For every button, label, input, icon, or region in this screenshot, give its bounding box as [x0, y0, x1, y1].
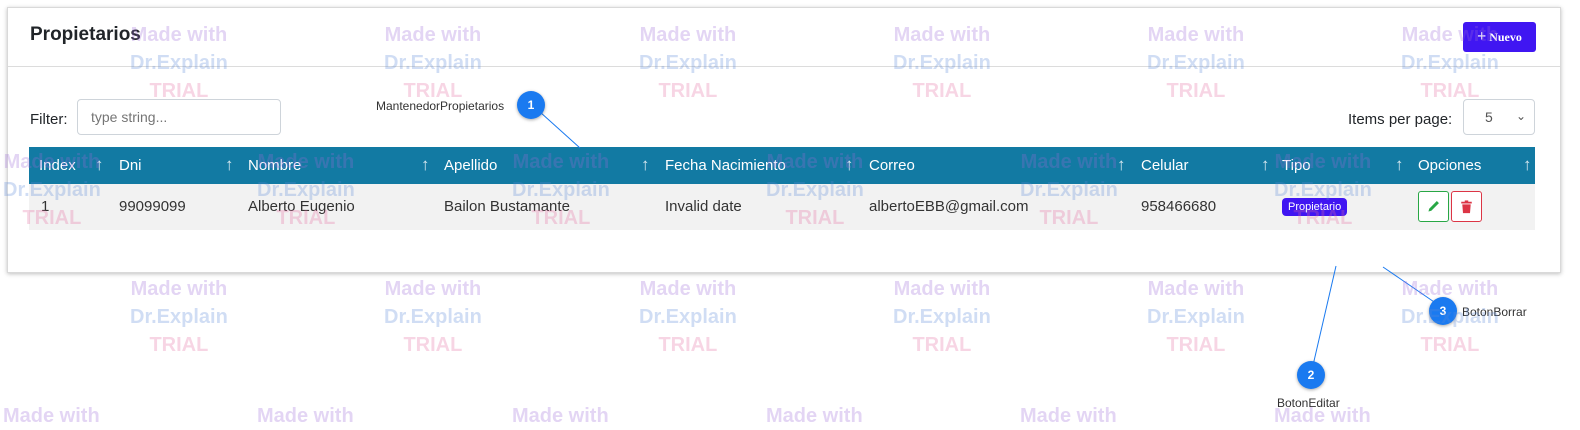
cell-fecha: Invalid date	[665, 198, 742, 215]
trial-watermark: Made with Dr.Explain TRIAL	[384, 278, 482, 356]
trial-watermark: Made with Dr.Explain TRIAL	[1147, 278, 1245, 356]
cell-apellido: Bailon Bustamante	[444, 198, 570, 215]
edit-button[interactable]	[1418, 191, 1449, 222]
trial-watermark: Made with Dr.Explain TRIAL	[893, 278, 991, 356]
delete-button[interactable]	[1451, 191, 1482, 222]
col-opciones[interactable]: Opciones	[1418, 147, 1481, 184]
trial-watermark: Made with	[512, 405, 609, 427]
col-tipo[interactable]: Tipo	[1282, 147, 1311, 184]
owners-table: Index ↑ Dni ↑ Nombre ↑ Apellido ↑ Fecha …	[29, 147, 1535, 230]
filter-input[interactable]	[77, 99, 281, 135]
trial-watermark: Made with	[3, 405, 100, 427]
new-button-label: Nuevo	[1489, 29, 1522, 44]
callout-label-1: MantenedorPropietarios	[376, 99, 505, 113]
chevron-down-icon: ⌄	[1515, 109, 1526, 123]
cell-celular: 958466680	[1141, 198, 1217, 215]
sort-icon[interactable]: ↑	[845, 147, 854, 184]
trial-watermark: Made with	[766, 405, 863, 427]
trial-watermark: Made with	[257, 405, 354, 427]
sort-icon[interactable]: ↑	[641, 147, 650, 184]
cell-nombre: Alberto Eugenio	[248, 198, 355, 215]
plus-icon: +	[1477, 28, 1487, 45]
pencil-icon	[1428, 201, 1439, 212]
cell-dni: 99099099	[119, 198, 186, 215]
sort-icon[interactable]: ↑	[1117, 147, 1126, 184]
sort-icon[interactable]: ↑	[421, 147, 430, 184]
sort-icon[interactable]: ↑	[225, 147, 234, 184]
cell-index: 1	[41, 198, 50, 215]
sort-icon[interactable]: ↑	[1395, 147, 1404, 184]
panel-header: Propietarios + Nuevo	[8, 8, 1560, 67]
col-apellido[interactable]: Apellido	[444, 147, 497, 184]
items-per-page-value: 5	[1485, 109, 1493, 125]
callout-marker-1: 1	[517, 91, 545, 119]
sort-icon[interactable]: ↑	[95, 147, 104, 184]
col-nombre[interactable]: Nombre	[248, 147, 301, 184]
trash-icon	[1461, 199, 1472, 213]
page-title: Propietarios	[30, 24, 141, 45]
cell-correo: albertoEBB@gmail.com	[869, 198, 1029, 215]
tipo-badge: Propietario	[1282, 198, 1348, 216]
items-per-page-label: Items per page:	[1348, 111, 1453, 128]
table-header: Index ↑ Dni ↑ Nombre ↑ Apellido ↑ Fecha …	[29, 147, 1535, 184]
col-dni[interactable]: Dni	[119, 147, 142, 184]
col-fecha[interactable]: Fecha Nacimiento	[665, 147, 786, 184]
trial-watermark: Made with	[1020, 405, 1117, 427]
callout-label-3: BotonBorrar	[1462, 305, 1527, 319]
col-index[interactable]: Index	[39, 147, 76, 184]
propietarios-panel: Propietarios + Nuevo Filter: Items per p…	[7, 7, 1561, 273]
col-celular[interactable]: Celular	[1141, 147, 1189, 184]
trial-watermark: Made with Dr.Explain TRIAL	[639, 278, 737, 356]
table-row: 1 99099099 Alberto Eugenio Bailon Bustam…	[29, 184, 1535, 230]
sort-icon[interactable]: ↑	[1523, 147, 1532, 184]
col-correo[interactable]: Correo	[869, 147, 915, 184]
new-button[interactable]: + Nuevo	[1463, 22, 1536, 52]
callout-marker-3: 3	[1429, 297, 1457, 325]
callout-marker-2: 2	[1297, 361, 1325, 389]
trial-watermark: Made with Dr.Explain TRIAL	[130, 278, 228, 356]
filter-label: Filter:	[30, 111, 68, 128]
sort-icon[interactable]: ↑	[1261, 147, 1270, 184]
callout-label-2: BotonEditar	[1277, 396, 1340, 410]
items-per-page-select[interactable]: 5 ⌄	[1463, 99, 1535, 135]
